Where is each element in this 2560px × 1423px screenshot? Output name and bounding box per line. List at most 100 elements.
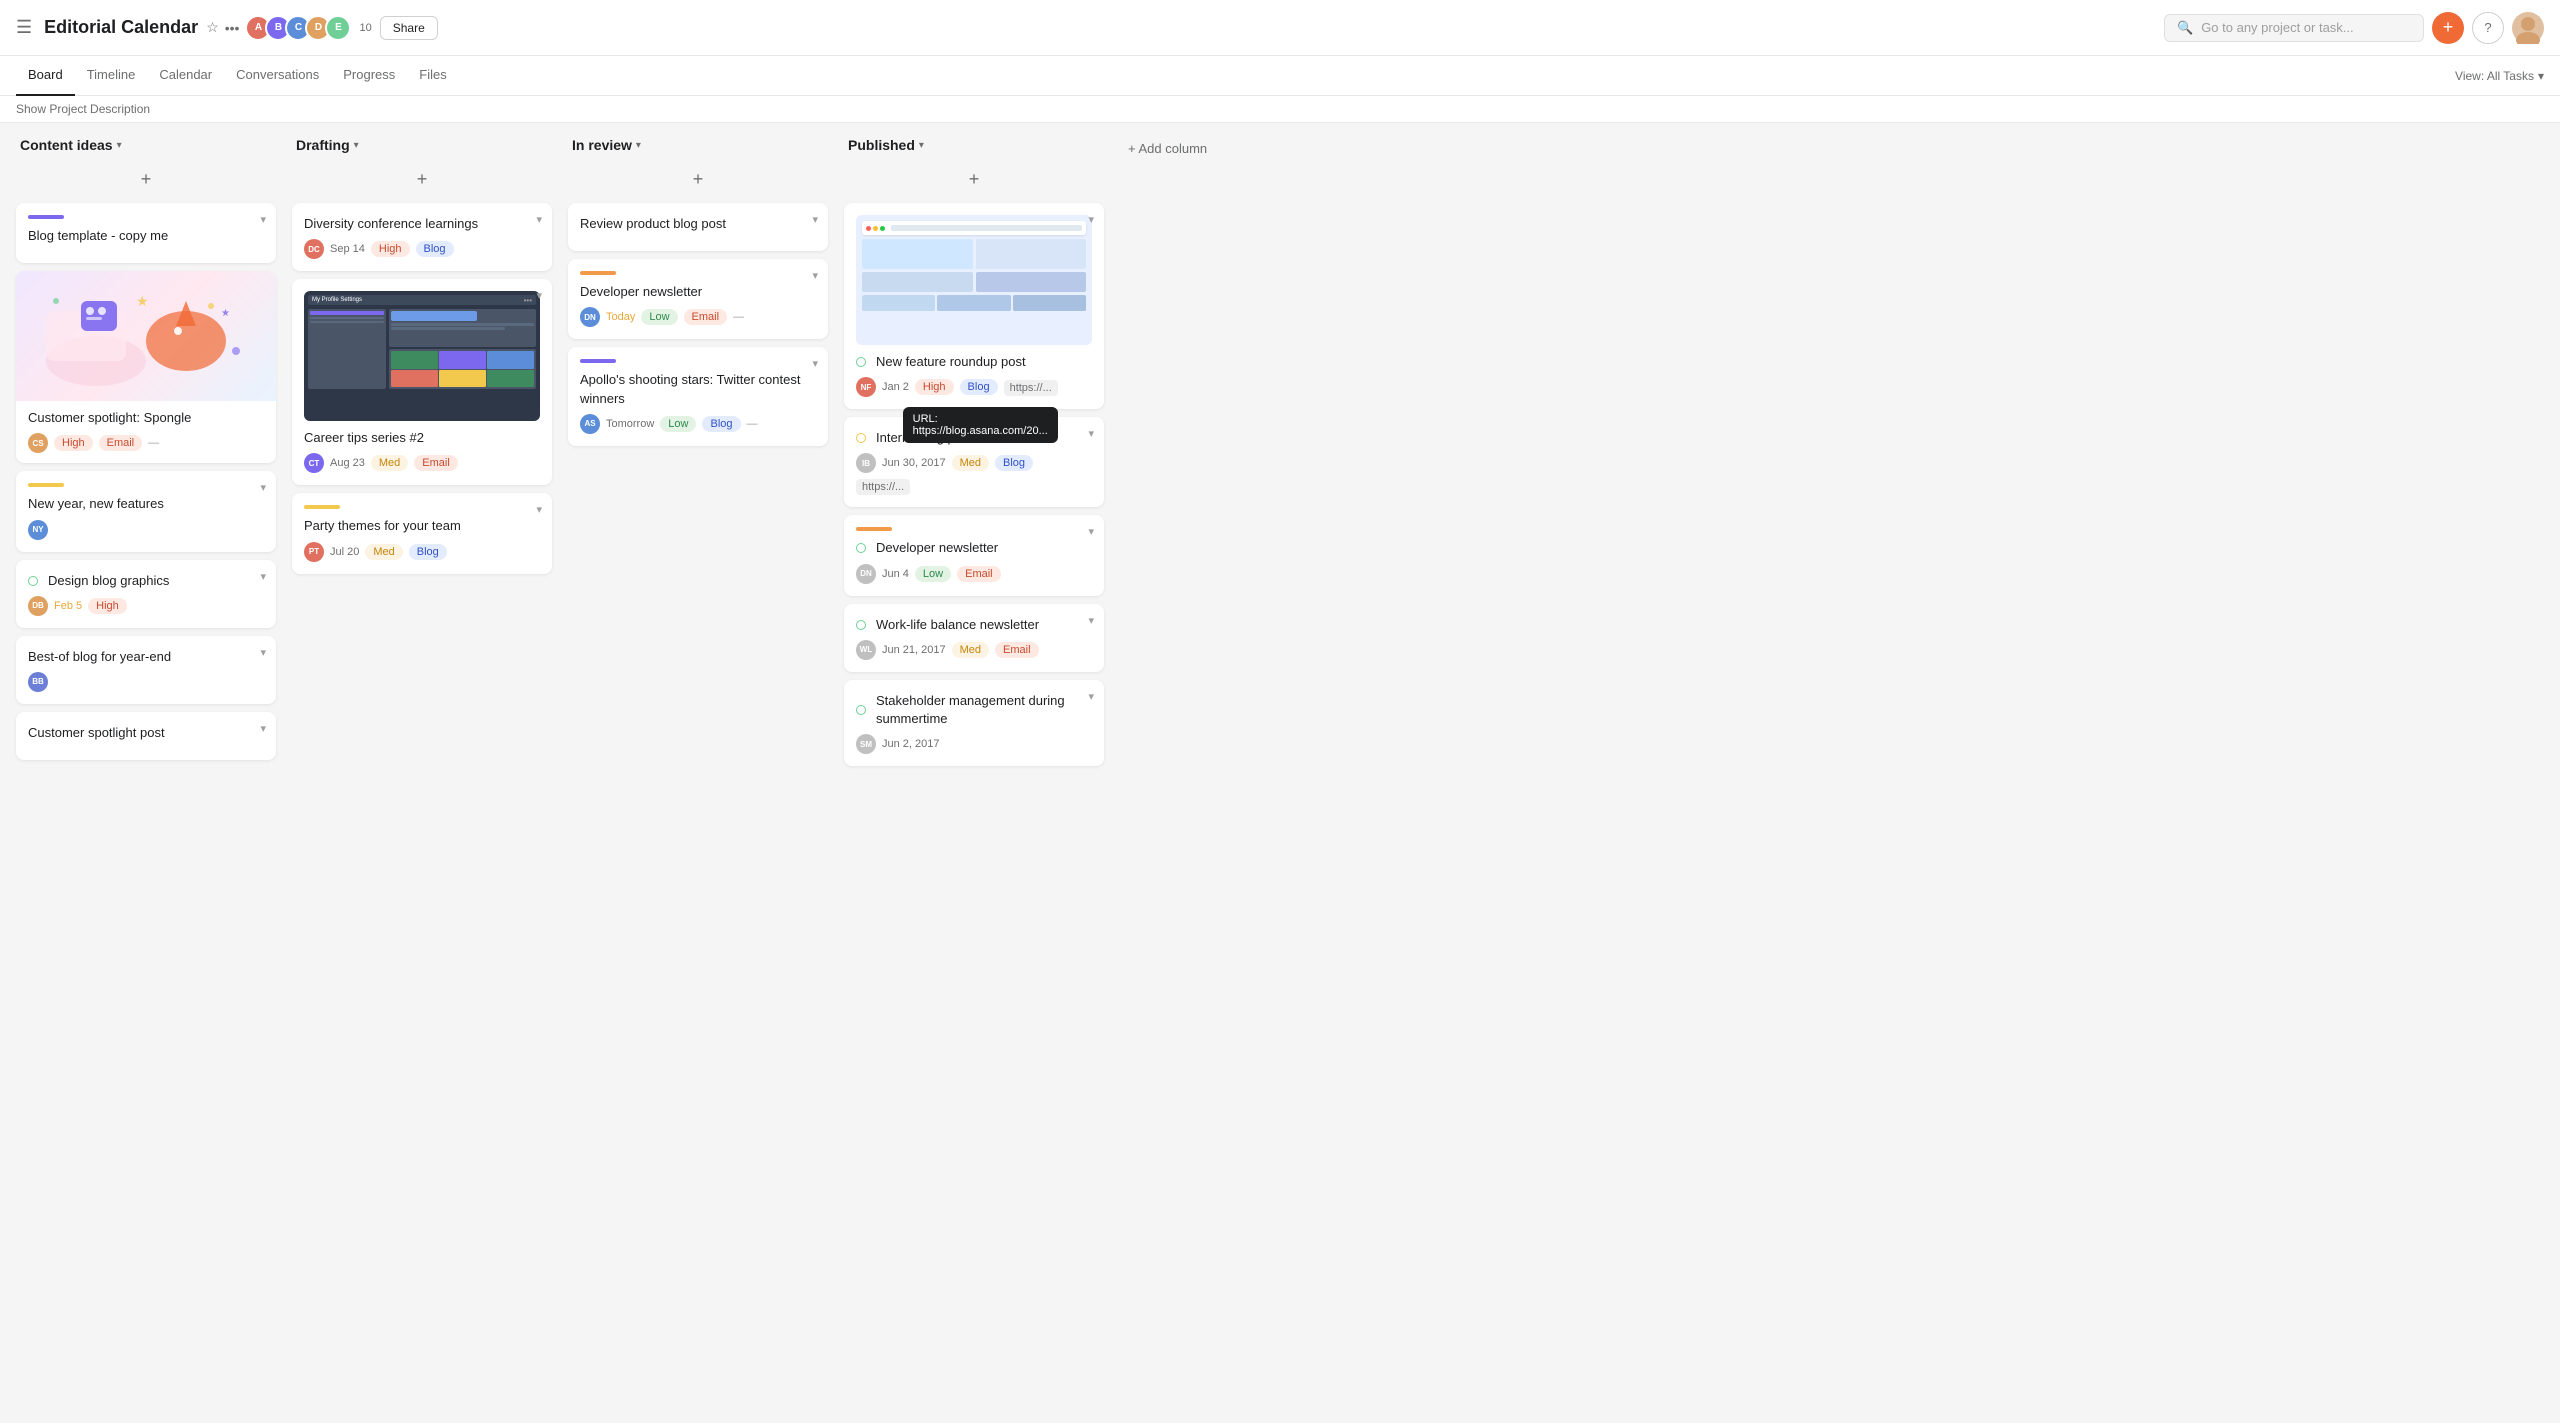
url-chip[interactable]: https://... [1004,380,1058,396]
tag-blog[interactable]: Blog [960,379,998,395]
card-expand-icon[interactable]: ▾ [1088,427,1094,440]
status-dot [856,705,866,715]
add-task-content-ideas[interactable]: + [16,163,276,195]
card-expand-icon[interactable]: ▾ [260,481,266,494]
card-title: Customer spotlight post [28,724,264,742]
column-caret-content-ideas[interactable]: ▾ [117,140,122,151]
tag-blog[interactable]: Blog [409,544,447,560]
tag-low[interactable]: Low [641,309,677,325]
card-expand-icon[interactable]: ▾ [536,503,542,516]
tab-progress[interactable]: Progress [331,56,407,96]
column-caret-in-review[interactable]: ▾ [636,140,641,151]
card-expand-icon[interactable]: ▾ [260,213,266,226]
card-expand-icon[interactable]: ▾ [812,269,818,282]
card-expand-icon[interactable]: ▾ [1088,614,1094,627]
card-expand-icon[interactable]: ▾ [536,213,542,226]
card-meta: DN Today Low Email — [580,307,816,327]
card-expand-icon[interactable]: ▾ [260,722,266,735]
card-screenshot [856,215,1092,345]
tag-more[interactable]: — [148,437,159,449]
card-developer-newsletter-pub[interactable]: ▾ Developer newsletter DN Jun 4 Low Emai… [844,515,1104,595]
card-expand-icon[interactable]: ▾ [1088,690,1094,703]
tag-med[interactable]: Med [365,544,402,560]
card-best-of-blog[interactable]: ▾ Best-of blog for year-end BB [16,636,276,704]
card-expand-icon[interactable]: ▾ [812,357,818,370]
tab-calendar[interactable]: Calendar [147,56,224,96]
card-title: Apollo's shooting stars: Twitter contest… [580,371,816,407]
tag-email[interactable]: Email [957,566,1001,582]
add-button[interactable]: + [2432,12,2464,44]
share-button[interactable]: Share [380,16,438,40]
tag-email[interactable]: Email [99,435,143,451]
show-project-description[interactable]: Show Project Description [0,96,2560,123]
card-customer-spotlight-post[interactable]: ▾ Customer spotlight post [16,712,276,760]
card-title: Design blog graphics [48,572,169,590]
card-expand-icon[interactable]: ▾ [260,646,266,659]
card-meta: DC Sep 14 High Blog [304,239,540,259]
card-developer-newsletter-review[interactable]: ▾ Developer newsletter DN Today Low Emai… [568,259,828,339]
column-caret-published[interactable]: ▾ [919,140,924,151]
card-expand-icon[interactable]: ▾ [812,213,818,226]
add-column-button[interactable]: + Add column [1120,137,1215,160]
tag-blog[interactable]: Blog [416,241,454,257]
user-avatar[interactable] [2512,12,2544,44]
card-expand-icon[interactable]: ▾ [536,289,542,302]
card-expand-icon[interactable]: ▾ [1088,525,1094,538]
card-new-year-features[interactable]: ▾ New year, new features NY [16,471,276,551]
tag-med[interactable]: Med [371,455,408,471]
card-design-blog-graphics[interactable]: ▾ Design blog graphics DB Feb 5 High [16,560,276,628]
card-customer-spotlight-spongle[interactable]: ★ ★ ▾ Customer spotlight: Spongle CS Hig… [16,271,276,463]
avatar: CS [28,433,48,453]
card-party-themes[interactable]: ▾ Party themes for your team PT Jul 20 M… [292,493,552,573]
column-caret-drafting[interactable]: ▾ [354,140,359,151]
tag-low[interactable]: Low [660,416,696,432]
column-header-drafting: Drafting ▾ [292,131,552,159]
column-title-published: Published [848,137,915,153]
view-all-tasks[interactable]: View: All Tasks ▾ [2455,69,2544,83]
tab-board[interactable]: Board [16,56,75,96]
card-career-tips[interactable]: My Profile Settings ••• [292,279,552,485]
tab-files[interactable]: Files [407,56,458,96]
board: Content ideas ▾ + ▾ Blog template - copy… [0,123,2560,1423]
card-apollo-shooting-stars[interactable]: ▾ Apollo's shooting stars: Twitter conte… [568,347,828,445]
card-blog-template[interactable]: ▾ Blog template - copy me [16,203,276,263]
hamburger-icon[interactable]: ☰ [16,17,32,38]
tag-high[interactable]: High [88,598,127,614]
tag-more[interactable]: — [733,311,744,323]
tag-med[interactable]: Med [952,642,989,658]
tag-email[interactable]: Email [684,309,728,325]
card-diversity-conference[interactable]: ▾ Diversity conference learnings DC Sep … [292,203,552,271]
top-nav: ☰ Editorial Calendar ☆ ••• A B C D E 10 … [0,0,2560,56]
tag-high[interactable]: High [54,435,93,451]
card-stakeholder-management[interactable]: ▾ Stakeholder management during summerti… [844,680,1104,766]
card-expand-icon[interactable]: ▾ [260,570,266,583]
url-chip[interactable]: https://... [856,479,910,495]
tag-high[interactable]: High [915,379,954,395]
card-date: Feb 5 [54,600,82,612]
add-task-published[interactable]: + [844,163,1104,195]
add-task-drafting[interactable]: + [292,163,552,195]
card-work-life-balance[interactable]: ▾ Work-life balance newsletter WL Jun 21… [844,604,1104,672]
tag-email[interactable]: Email [414,455,458,471]
card-review-product-blog[interactable]: ▾ Review product blog post [568,203,828,251]
card-new-feature-roundup[interactable]: ▾ New feature roundup post NF Jan 2 High… [844,203,1104,409]
add-task-in-review[interactable]: + [568,163,828,195]
card-date: Aug 23 [330,457,365,469]
tab-conversations[interactable]: Conversations [224,56,331,96]
tag-blog[interactable]: Blog [702,416,740,432]
tab-timeline[interactable]: Timeline [75,56,148,96]
column-header-published: Published ▾ [844,131,1104,159]
tag-low[interactable]: Low [915,566,951,582]
card-bar [580,359,616,363]
tag-high[interactable]: High [371,241,410,257]
card-date: Jun 30, 2017 [882,457,946,469]
tag-blog[interactable]: Blog [995,455,1033,471]
card-expand-icon[interactable]: ▾ [1088,213,1094,226]
star-icon[interactable]: ☆ [206,19,219,36]
help-button[interactable]: ? [2472,12,2504,44]
tag-email[interactable]: Email [995,642,1039,658]
more-icon[interactable]: ••• [225,20,240,36]
search-bar[interactable]: 🔍 Go to any project or task... [2164,14,2424,42]
tag-more[interactable]: — [747,418,758,430]
tag-med[interactable]: Med [952,455,989,471]
